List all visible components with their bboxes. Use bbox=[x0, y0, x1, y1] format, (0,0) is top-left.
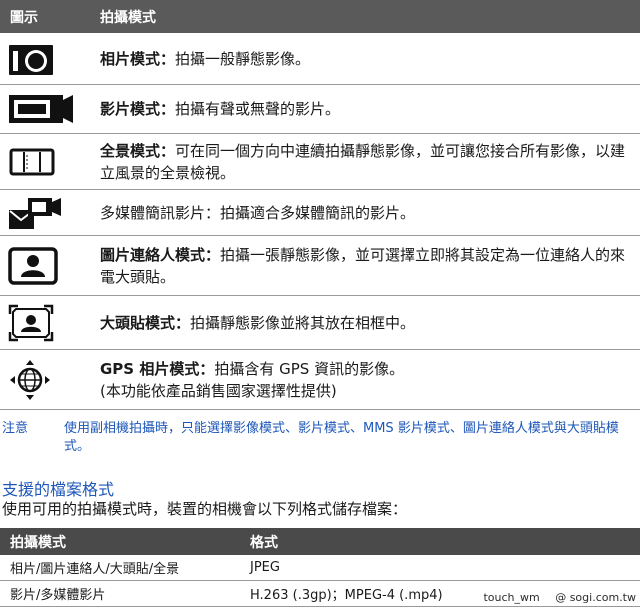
mode-row-mms-video: 多媒體簡訊影片：拍攝適合多媒體簡訊的影片。 bbox=[0, 190, 640, 236]
camera-icon bbox=[9, 44, 53, 75]
mode-description: 拍攝含有 GPS 資訊的影像。 bbox=[214, 359, 405, 378]
watermark-right: @ sogi.com.tw bbox=[555, 591, 636, 604]
mms-video-icon bbox=[9, 197, 61, 229]
picture-frame-icon bbox=[8, 304, 54, 341]
watermark-left: touch_wm bbox=[483, 591, 540, 604]
mode-row-photo: 相片模式：拍攝一般靜態影像。 bbox=[0, 33, 640, 85]
mode-row-gps-photo: GPS 相片模式：拍攝含有 GPS 資訊的影像。 (本功能依產品銷售國家選擇性提… bbox=[0, 350, 640, 410]
format-table-header: 拍攝模式 格式 bbox=[0, 528, 640, 555]
mode-row-panorama: 全景模式：可在同一個方向中連續拍攝靜態影像，並可讓您接合所有影像，以建立風景的全… bbox=[0, 134, 640, 190]
mode-name: 大頭貼模式 bbox=[100, 313, 176, 332]
gps-globe-icon bbox=[10, 359, 50, 400]
mode-column-header: 拍攝模式 bbox=[100, 9, 156, 26]
format-mode-cell: 相片/圖片連絡人/大頭貼/全景 bbox=[10, 562, 180, 577]
section-intro: 使用可用的拍攝模式時，裝置的相機會以下列格式儲存檔案： bbox=[2, 500, 408, 518]
mode-description: 拍攝一般靜態影像。 bbox=[175, 49, 311, 68]
mode-name: 全景模式 bbox=[100, 141, 161, 160]
mode-description: 拍攝適合多媒體簡訊的影片。 bbox=[220, 203, 416, 222]
watermark: touch_wm @ sogi.com.tw bbox=[471, 591, 636, 604]
mode-row-contact-picture: 圖片連絡人模式：拍攝一張靜態影像，並可選擇立即將其設定為一位連絡人的來電大頭貼。 bbox=[0, 236, 640, 296]
format-mode-cell: 影片/多媒體影片 bbox=[10, 588, 106, 603]
note-text: 使用副相機拍攝時，只能選擇影像模式、影片模式、MMS 影片模式、圖片連絡人模式與… bbox=[64, 421, 619, 454]
mode-availability-note: (本功能依產品銷售國家選擇性提供) bbox=[100, 381, 337, 400]
mode-name: 影片模式 bbox=[100, 100, 161, 118]
capture-mode-table: 圖示 拍攝模式 相片模式：拍攝一般靜態影像。 影片模式：拍攝有聲或無聲的影片。 … bbox=[0, 0, 640, 410]
format-value-cell: JPEG bbox=[250, 560, 280, 575]
icon-column-header: 圖示 bbox=[10, 9, 38, 26]
mode-description: 拍攝靜態影像並將其放在相框中。 bbox=[190, 313, 416, 332]
mode-description: 可在同一個方向中連續拍攝靜態影像，並可讓您接合所有影像，以建立風景的全景檢視。 bbox=[100, 141, 626, 182]
panorama-icon bbox=[9, 148, 55, 175]
video-camera-icon bbox=[9, 95, 73, 123]
table-row: 相片/圖片連絡人/大頭貼/全景 JPEG bbox=[0, 555, 640, 581]
mode-row-picture-frame: 大頭貼模式：拍攝靜態影像並將其放在相框中。 bbox=[0, 296, 640, 350]
note-label: 注意 bbox=[2, 421, 29, 436]
mode-name: 多媒體簡訊影片 bbox=[100, 203, 206, 222]
mode-name: 相片模式 bbox=[100, 49, 161, 68]
format-column-header: 格式 bbox=[250, 534, 278, 551]
mode-column-header: 拍攝模式 bbox=[10, 534, 66, 551]
mode-name: GPS 相片模式 bbox=[100, 359, 200, 378]
mode-table-header: 圖示 拍攝模式 bbox=[0, 0, 640, 33]
mode-row-video: 影片模式：拍攝有聲或無聲的影片。 bbox=[0, 85, 640, 134]
mode-description: 拍攝有聲或無聲的影片。 bbox=[175, 100, 341, 118]
contact-picture-icon bbox=[8, 246, 58, 285]
mode-name: 圖片連絡人模式 bbox=[100, 245, 206, 264]
note-block: 注意 使用副相機拍攝時，只能選擇影像模式、影片模式、MMS 影片模式、圖片連絡人… bbox=[0, 420, 640, 464]
section-title: 支援的檔案格式 bbox=[2, 480, 115, 499]
